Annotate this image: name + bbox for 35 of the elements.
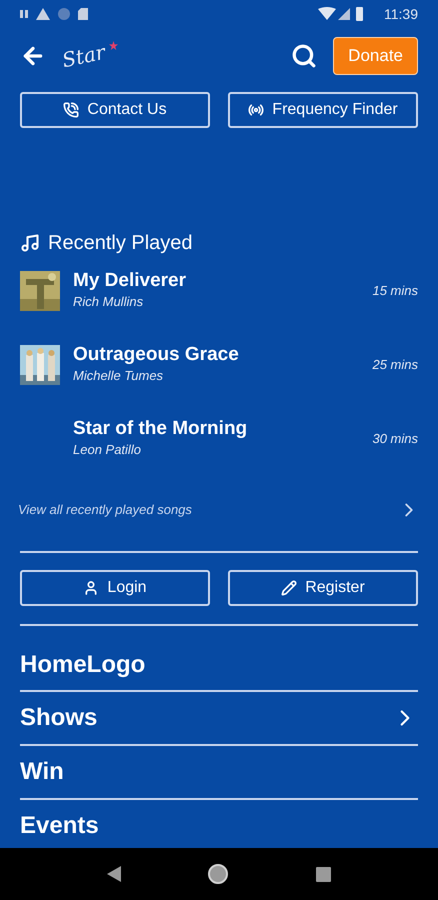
artist-name: Leon Patillo bbox=[73, 440, 142, 459]
sd-card-icon bbox=[78, 8, 88, 20]
phone-icon bbox=[63, 102, 80, 118]
menu-item[interactable]: HomeLogo bbox=[20, 647, 146, 683]
music-note-icon bbox=[20, 233, 40, 253]
artist-name: Rich Mullins bbox=[73, 292, 144, 311]
warning-icon bbox=[36, 8, 50, 20]
clock: 11:39 bbox=[384, 4, 418, 24]
menu-item[interactable]: Events bbox=[20, 808, 99, 844]
song-title[interactable]: Star of the Morning bbox=[73, 418, 360, 440]
view-all-link[interactable]: View all recently played songs bbox=[18, 500, 192, 520]
recents-nav-icon[interactable] bbox=[316, 866, 331, 882]
menu-item[interactable]: Shows bbox=[20, 700, 98, 736]
outline-button[interactable]: Contact Us bbox=[20, 92, 210, 128]
played-time: 15 mins bbox=[372, 282, 418, 300]
menu-item[interactable]: Win bbox=[20, 754, 64, 790]
back-nav-icon[interactable] bbox=[107, 866, 122, 882]
circle-icon bbox=[58, 8, 70, 20]
outline-button[interactable]: Register bbox=[228, 570, 418, 606]
logo: Star bbox=[59, 38, 108, 74]
star-icon bbox=[109, 41, 118, 50]
song-title[interactable]: My Deliverer bbox=[73, 270, 360, 292]
song-title[interactable]: Outrageous Grace bbox=[73, 344, 360, 366]
played-time: 25 mins bbox=[372, 356, 418, 374]
played-time: 30 mins bbox=[372, 430, 418, 448]
outline-button[interactable]: Login bbox=[20, 570, 210, 606]
pencil-icon bbox=[281, 580, 298, 596]
pause-icon bbox=[20, 10, 28, 18]
home-nav-icon[interactable] bbox=[207, 863, 230, 885]
search-icon[interactable] bbox=[291, 43, 318, 69]
user-icon bbox=[83, 580, 100, 596]
artist-name: Michelle Tumes bbox=[73, 366, 164, 385]
outline-button[interactable]: Frequency Finder bbox=[228, 92, 418, 128]
broadcast-icon bbox=[248, 102, 264, 118]
section-title: Recently Played bbox=[48, 231, 193, 256]
